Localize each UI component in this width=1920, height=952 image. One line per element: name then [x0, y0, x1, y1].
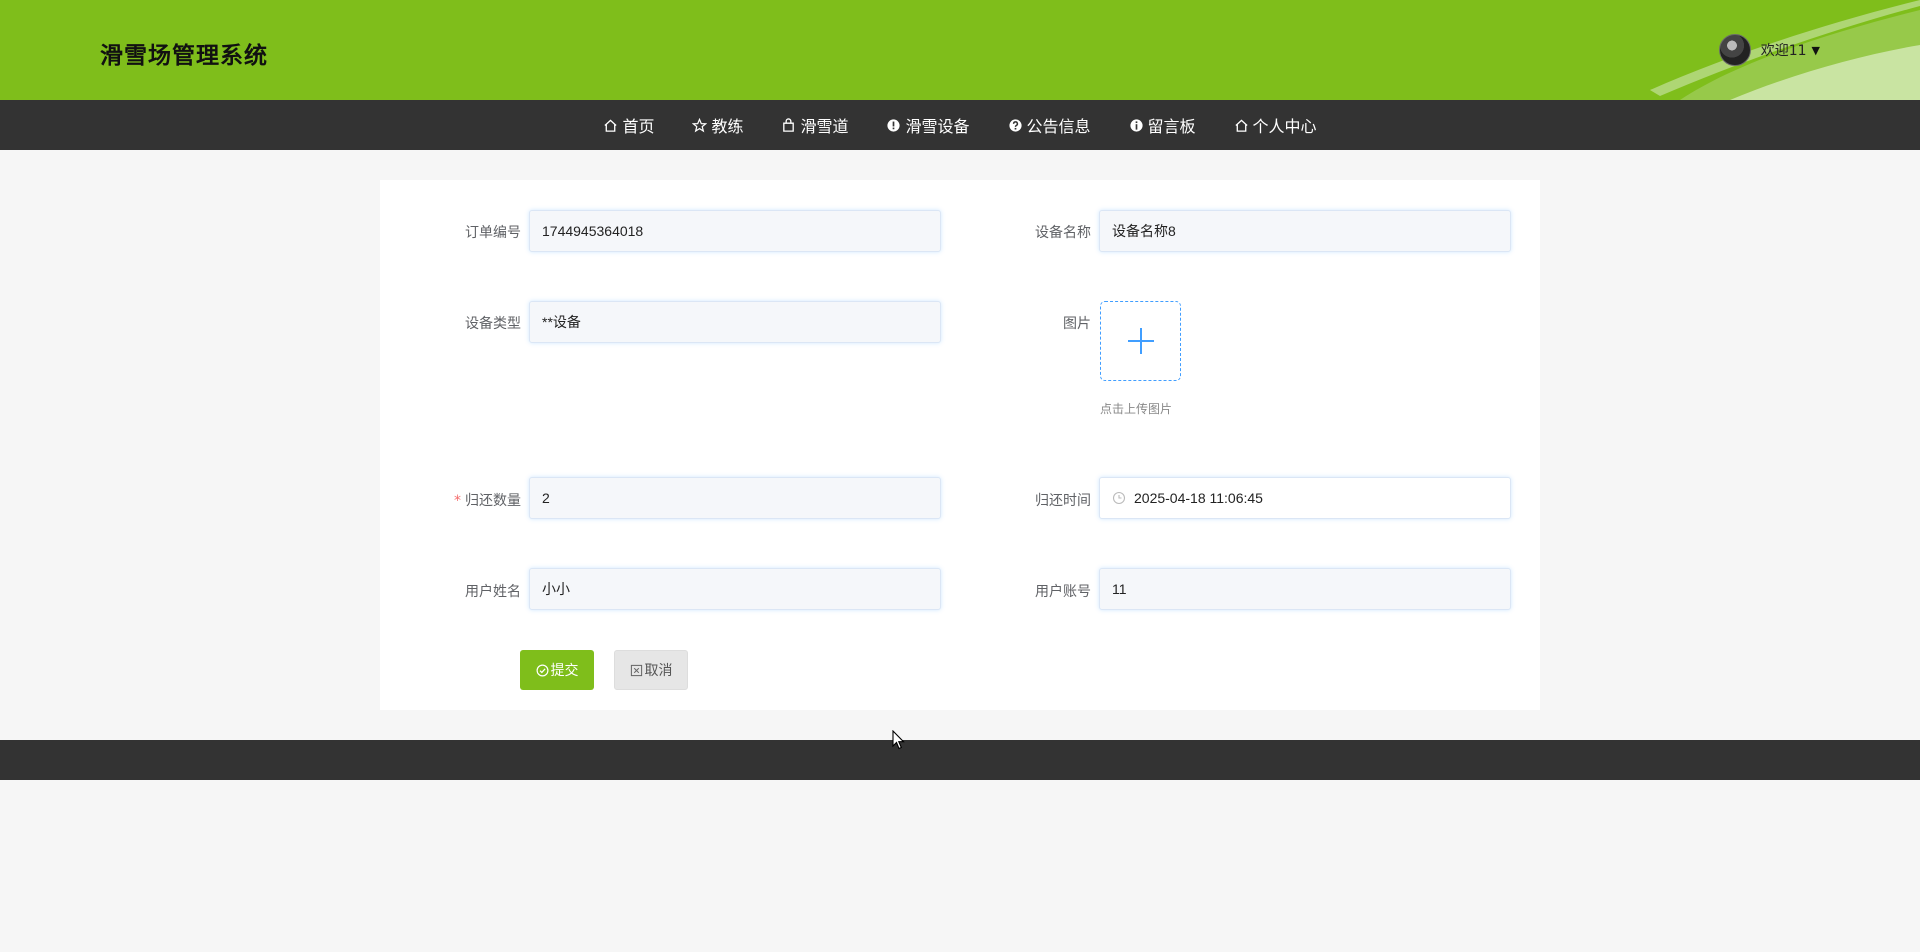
user-account-label: 用户账号 [1035, 584, 1091, 600]
device-type-input[interactable]: **设备 [529, 301, 941, 343]
avatar[interactable] [1718, 34, 1751, 66]
check-circle-icon [536, 664, 548, 676]
home-icon [1234, 118, 1248, 132]
return-form-card [380, 180, 1540, 710]
nav-item-message-board[interactable]: 留言板 [1129, 100, 1196, 150]
return-time-picker[interactable]: 2025-04-18 11:06:45 [1099, 477, 1511, 519]
nav-item-home[interactable]: 首页 [603, 100, 654, 150]
order-no-label: 订单编号 [465, 225, 521, 241]
nav-item-ski-equipment[interactable]: 滑雪设备 [886, 100, 970, 150]
nav-item-coach[interactable]: 教练 [692, 100, 743, 150]
plus-icon [1127, 328, 1154, 354]
return-qty-input[interactable]: 2 [529, 477, 941, 519]
info-icon [1129, 118, 1143, 132]
order-no-value: 1744945364018 [542, 223, 644, 239]
device-name-input[interactable]: 设备名称8 [1099, 210, 1511, 252]
nav-item-label: 教练 [711, 117, 744, 136]
nav-item-announcements[interactable]: 公告信息 [1008, 100, 1091, 150]
device-type-label: 设备类型 [465, 316, 521, 332]
clock-icon [1112, 491, 1126, 505]
order-no-input[interactable]: 1744945364018 [529, 210, 941, 252]
site-title: 滑雪场管理系统 [100, 43, 268, 69]
device-name-value: 设备名称8 [1112, 223, 1176, 239]
required-mark: * [454, 493, 461, 509]
submit-button[interactable]: 提交 [520, 650, 594, 690]
nav-item-label: 滑雪道 [800, 117, 849, 136]
user-account-input[interactable]: 11 [1099, 568, 1511, 610]
main-nav: 首页 教练 滑雪道 滑雪设备 公告信息 留言板 个人中心 [0, 100, 1920, 150]
submit-button-label: 提交 [550, 663, 579, 679]
welcome-text[interactable]: 欢迎11 [1761, 40, 1807, 60]
nav-item-label: 个人中心 [1252, 117, 1317, 136]
nav-item-ski-trail[interactable]: 滑雪道 [781, 100, 848, 150]
cancel-button[interactable]: 取消 [614, 650, 688, 690]
mouse-cursor-icon [892, 730, 905, 750]
user-name-label: 用户姓名 [465, 584, 521, 600]
return-time-value: 2025-04-18 11:06:45 [1134, 490, 1263, 506]
user-name-value: 小小 [542, 581, 570, 597]
nav-item-label: 首页 [622, 117, 655, 136]
image-upload-button[interactable] [1100, 301, 1181, 381]
header: 滑雪场管理系统 欢迎11 ▼ [0, 0, 1920, 100]
return-qty-label-text: 归还数量 [465, 493, 521, 509]
bag-icon [783, 117, 795, 132]
upload-tip: 点击上传图片 [1100, 402, 1173, 416]
nav-item-label: 滑雪设备 [905, 117, 970, 136]
user-name-input[interactable]: 小小 [529, 568, 941, 610]
device-type-value: **设备 [542, 314, 581, 330]
warning-icon [887, 118, 901, 132]
return-time-label: 归还时间 [1035, 493, 1091, 509]
device-name-label: 设备名称 [1035, 225, 1091, 241]
home-icon [604, 118, 618, 132]
question-icon [1008, 118, 1022, 132]
return-qty-label: * 归还数量 [421, 490, 521, 510]
close-square-icon [630, 664, 642, 676]
star-icon [692, 117, 708, 132]
nav-item-label: 留言板 [1147, 117, 1196, 136]
user-account-value: 11 [1112, 581, 1127, 597]
return-qty-value: 2 [542, 490, 550, 506]
nav-item-label: 公告信息 [1026, 117, 1091, 136]
footer [0, 740, 1920, 780]
nav-item-personal-center[interactable]: 个人中心 [1234, 100, 1317, 150]
cancel-button-label: 取消 [644, 663, 673, 679]
image-label: 图片 [1063, 316, 1091, 332]
caret-down-icon[interactable]: ▼ [1812, 44, 1820, 57]
user-menu[interactable]: 欢迎11 ▼ [1718, 34, 1820, 66]
